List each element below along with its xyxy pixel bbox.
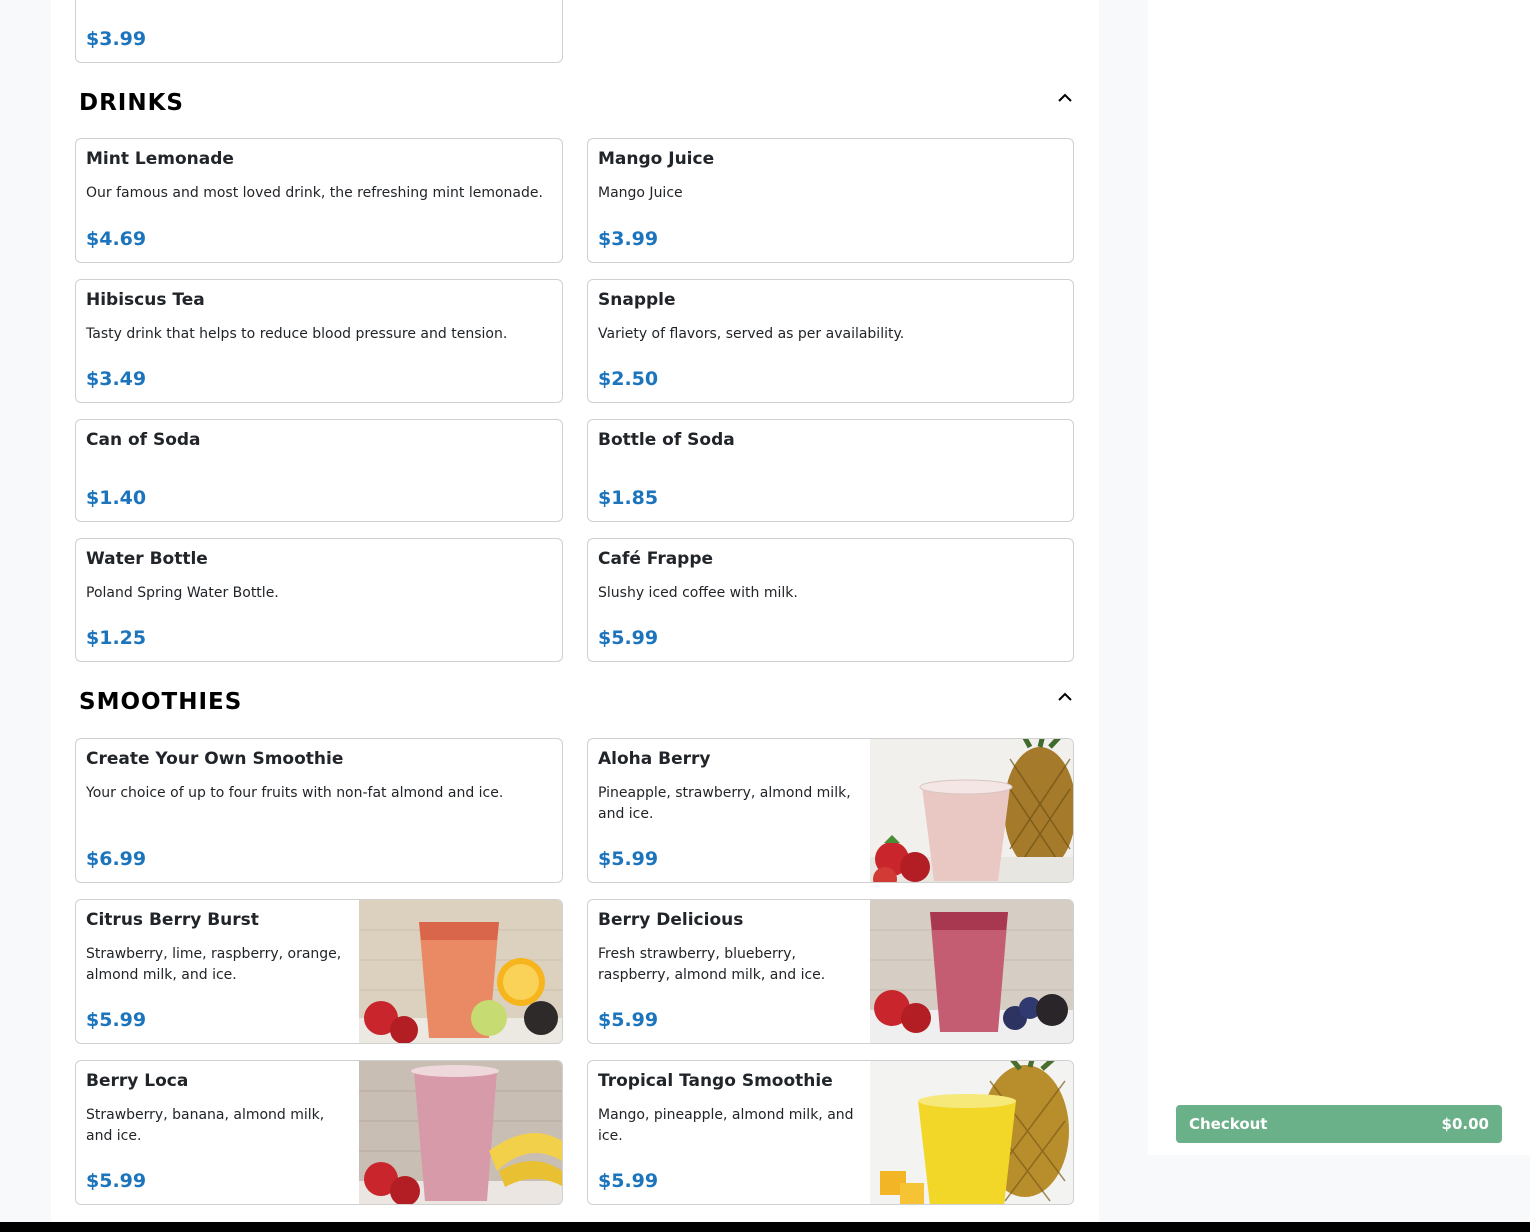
menu-item-mint-lemonade[interactable]: Mint Lemonade Our famous and most loved … — [75, 138, 563, 263]
item-description: Variety of flavors, served as per availa… — [598, 326, 905, 342]
item-price: $5.99 — [86, 1170, 147, 1192]
menu-item-tropical-tango-smoothie[interactable]: Tropical Tango Smoothie Mango, pineapple… — [587, 1060, 1074, 1205]
item-name: Tropical Tango Smoothie — [598, 1071, 833, 1091]
menu-item-can-of-soda[interactable]: Can of Soda $1.40 — [75, 419, 563, 522]
item-photo — [870, 900, 1073, 1043]
menu-item-berry-delicious[interactable]: Berry Delicious Fresh strawberry, bluebe… — [587, 899, 1074, 1044]
item-name: Mango Juice — [598, 149, 715, 169]
checkout-label: Checkout — [1189, 1115, 1268, 1133]
checkout-button[interactable]: Checkout $0.00 — [1176, 1105, 1502, 1143]
bottom-bar — [0, 1222, 1530, 1232]
item-price: $5.99 — [86, 1009, 147, 1031]
menu-item-card[interactable]: $3.99 — [75, 0, 563, 63]
chevron-up-icon[interactable] — [1056, 90, 1074, 104]
item-name: Water Bottle — [86, 549, 208, 569]
item-description: Strawberry, banana, almond milk, and ice… — [86, 1107, 325, 1144]
item-description: Tasty drink that helps to reduce blood p… — [86, 326, 508, 342]
item-photo — [870, 1061, 1073, 1204]
item-price: $1.85 — [598, 487, 659, 509]
menu-item-aloha-berry[interactable]: Aloha Berry Pineapple, strawberry, almon… — [587, 738, 1074, 883]
item-price: $3.99 — [598, 228, 659, 250]
item-price: $5.99 — [598, 1009, 659, 1031]
item-name: Create Your Own Smoothie — [86, 749, 344, 769]
cart-total: $0.00 — [1441, 1115, 1489, 1133]
item-price: $6.99 — [86, 848, 147, 870]
menu-item-create-your-own-smoothie[interactable]: Create Your Own Smoothie Your choice of … — [75, 738, 563, 883]
item-description: Slushy iced coffee with milk. — [598, 585, 798, 601]
item-price: $5.99 — [598, 627, 659, 649]
menu-item-bottle-of-soda[interactable]: Bottle of Soda $1.85 — [587, 419, 1074, 522]
cart-panel — [1148, 0, 1530, 1155]
menu-item-berry-loca[interactable]: Berry Loca Strawberry, banana, almond mi… — [75, 1060, 563, 1205]
item-description: Fresh strawberry, blueberry, raspberry, … — [598, 946, 826, 983]
item-description: Poland Spring Water Bottle. — [86, 585, 279, 601]
item-price: $4.69 — [86, 228, 147, 250]
menu-item-hibiscus-tea[interactable]: Hibiscus Tea Tasty drink that helps to r… — [75, 279, 563, 403]
item-price: $2.50 — [598, 368, 659, 390]
item-description: Strawberry, lime, raspberry, orange, alm… — [86, 946, 342, 983]
item-description: Mango Juice — [598, 185, 683, 201]
menu-item-water-bottle[interactable]: Water Bottle Poland Spring Water Bottle.… — [75, 538, 563, 662]
section-title-smoothies: SMOOTHIES — [79, 689, 243, 715]
item-price: $5.99 — [598, 1170, 659, 1192]
item-description: Mango, pineapple, almond milk, and ice. — [598, 1107, 854, 1144]
item-name: Bottle of Soda — [598, 430, 735, 450]
section-title-drinks: DRINKS — [79, 90, 184, 116]
item-price: $3.99 — [86, 28, 147, 50]
item-name: Citrus Berry Burst — [86, 910, 259, 930]
item-photo — [870, 739, 1073, 882]
chevron-up-icon[interactable] — [1056, 689, 1074, 703]
menu-item-mango-juice[interactable]: Mango Juice Mango Juice $3.99 — [587, 138, 1074, 263]
menu-item-citrus-berry-burst[interactable]: Citrus Berry Burst Strawberry, lime, ras… — [75, 899, 563, 1044]
item-name: Snapple — [598, 290, 676, 310]
item-price: $3.49 — [86, 368, 147, 390]
item-name: Berry Delicious — [598, 910, 744, 930]
item-price: $1.40 — [86, 487, 147, 509]
item-name: Can of Soda — [86, 430, 201, 450]
menu-item-cafe-frappe[interactable]: Café Frappe Slushy iced coffee with milk… — [587, 538, 1074, 662]
item-name: Aloha Berry — [598, 749, 711, 769]
item-price: $1.25 — [86, 627, 147, 649]
item-photo — [359, 900, 562, 1043]
item-name: Mint Lemonade — [86, 149, 234, 169]
item-description: Our famous and most loved drink, the ref… — [86, 185, 543, 201]
item-description: Your choice of up to four fruits with no… — [86, 785, 504, 801]
item-photo — [359, 1061, 562, 1204]
item-name: Café Frappe — [598, 549, 714, 569]
menu-item-snapple[interactable]: Snapple Variety of flavors, served as pe… — [587, 279, 1074, 403]
item-description: Pineapple, strawberry, almond milk, and … — [598, 785, 851, 822]
item-price: $5.99 — [598, 848, 659, 870]
item-name: Hibiscus Tea — [86, 290, 205, 310]
item-name: Berry Loca — [86, 1071, 189, 1091]
